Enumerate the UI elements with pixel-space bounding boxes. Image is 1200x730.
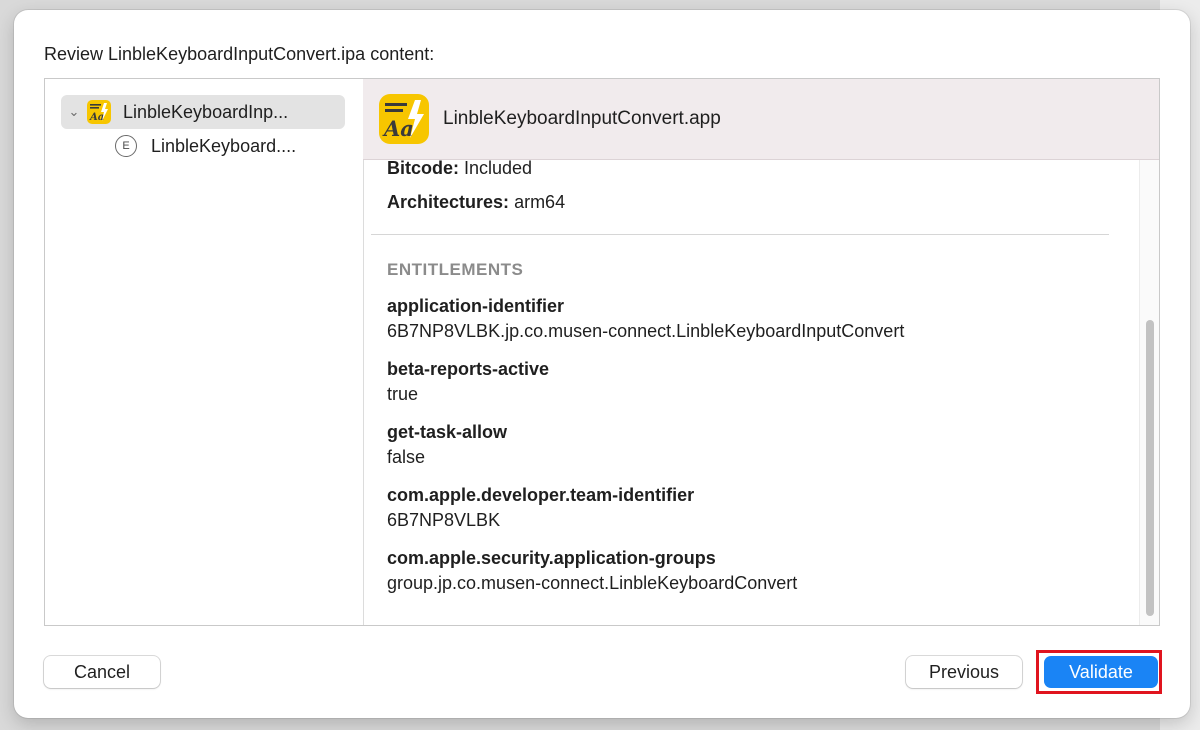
validate-button[interactable]: Validate xyxy=(1044,656,1158,688)
content-panel: ⌄ Aa LinbleKeyboardInp... E LinbleKeyboa… xyxy=(44,78,1160,626)
chevron-down-icon[interactable]: ⌄ xyxy=(61,104,87,120)
scrollbar-thumb[interactable] xyxy=(1146,320,1154,616)
sidebar: ⌄ Aa LinbleKeyboardInp... E LinbleKeyboa… xyxy=(45,79,364,625)
field-value: Included xyxy=(464,160,533,178)
detail-header: Aa LinbleKeyboardInputConvert.app xyxy=(363,79,1159,160)
entitlement-value: true xyxy=(387,384,419,404)
field-key: Architectures: xyxy=(387,192,510,212)
entitlement-key: com.apple.developer.team-identifier xyxy=(387,485,695,505)
entitlement-key: com.apple.security.application-groups xyxy=(387,548,716,568)
entitlement-value: false xyxy=(387,447,426,467)
review-dialog: Review LinbleKeyboardInputConvert.ipa co… xyxy=(14,10,1190,718)
entitlement-value: group.jp.co.musen-connect.LinbleKeyboard… xyxy=(387,573,798,593)
field-key: Bitcode: xyxy=(387,160,459,178)
svg-text:Aa: Aa xyxy=(89,112,104,123)
entitlement-value: 6B7NP8VLBK xyxy=(387,510,501,530)
sidebar-item-label: LinbleKeyboardInp... xyxy=(123,101,289,122)
cancel-button[interactable]: Cancel xyxy=(44,656,160,688)
entitlement-key: application-identifier xyxy=(387,296,565,316)
app-icon: Aa xyxy=(379,94,429,144)
field-value: arm64 xyxy=(514,192,566,212)
app-name: LinbleKeyboardInputConvert.app xyxy=(443,108,721,129)
previous-button[interactable]: Previous xyxy=(906,656,1022,688)
svg-text:Aa: Aa xyxy=(382,116,414,141)
sidebar-item-label: LinbleKeyboard.... xyxy=(151,135,297,156)
entitlement-key: get-task-allow xyxy=(387,422,508,442)
sidebar-item-app[interactable]: ⌄ Aa LinbleKeyboardInp... xyxy=(61,95,345,129)
extension-icon: E xyxy=(115,135,137,157)
entitlement-key: beta-reports-active xyxy=(387,359,550,379)
dialog-title: Review LinbleKeyboardInputConvert.ipa co… xyxy=(44,44,435,64)
section-divider xyxy=(371,234,1109,235)
detail-scroll-area[interactable]: Bitcode: Included Architectures: arm64 E… xyxy=(363,160,1139,625)
app-icon: Aa xyxy=(87,100,111,124)
vertical-scrollbar[interactable] xyxy=(1139,160,1159,625)
detail-pane: Aa LinbleKeyboardInputConvert.app Bitcod… xyxy=(363,79,1159,625)
architectures-field: Architectures: arm64 xyxy=(387,192,565,213)
sidebar-item-extension[interactable]: E LinbleKeyboard.... xyxy=(115,131,296,161)
entitlements-heading: ENTITLEMENTS xyxy=(387,260,524,279)
entitlement-value: 6B7NP8VLBK.jp.co.musen-connect.LinbleKey… xyxy=(387,321,905,341)
bitcode-field: Bitcode: Included xyxy=(387,160,532,179)
